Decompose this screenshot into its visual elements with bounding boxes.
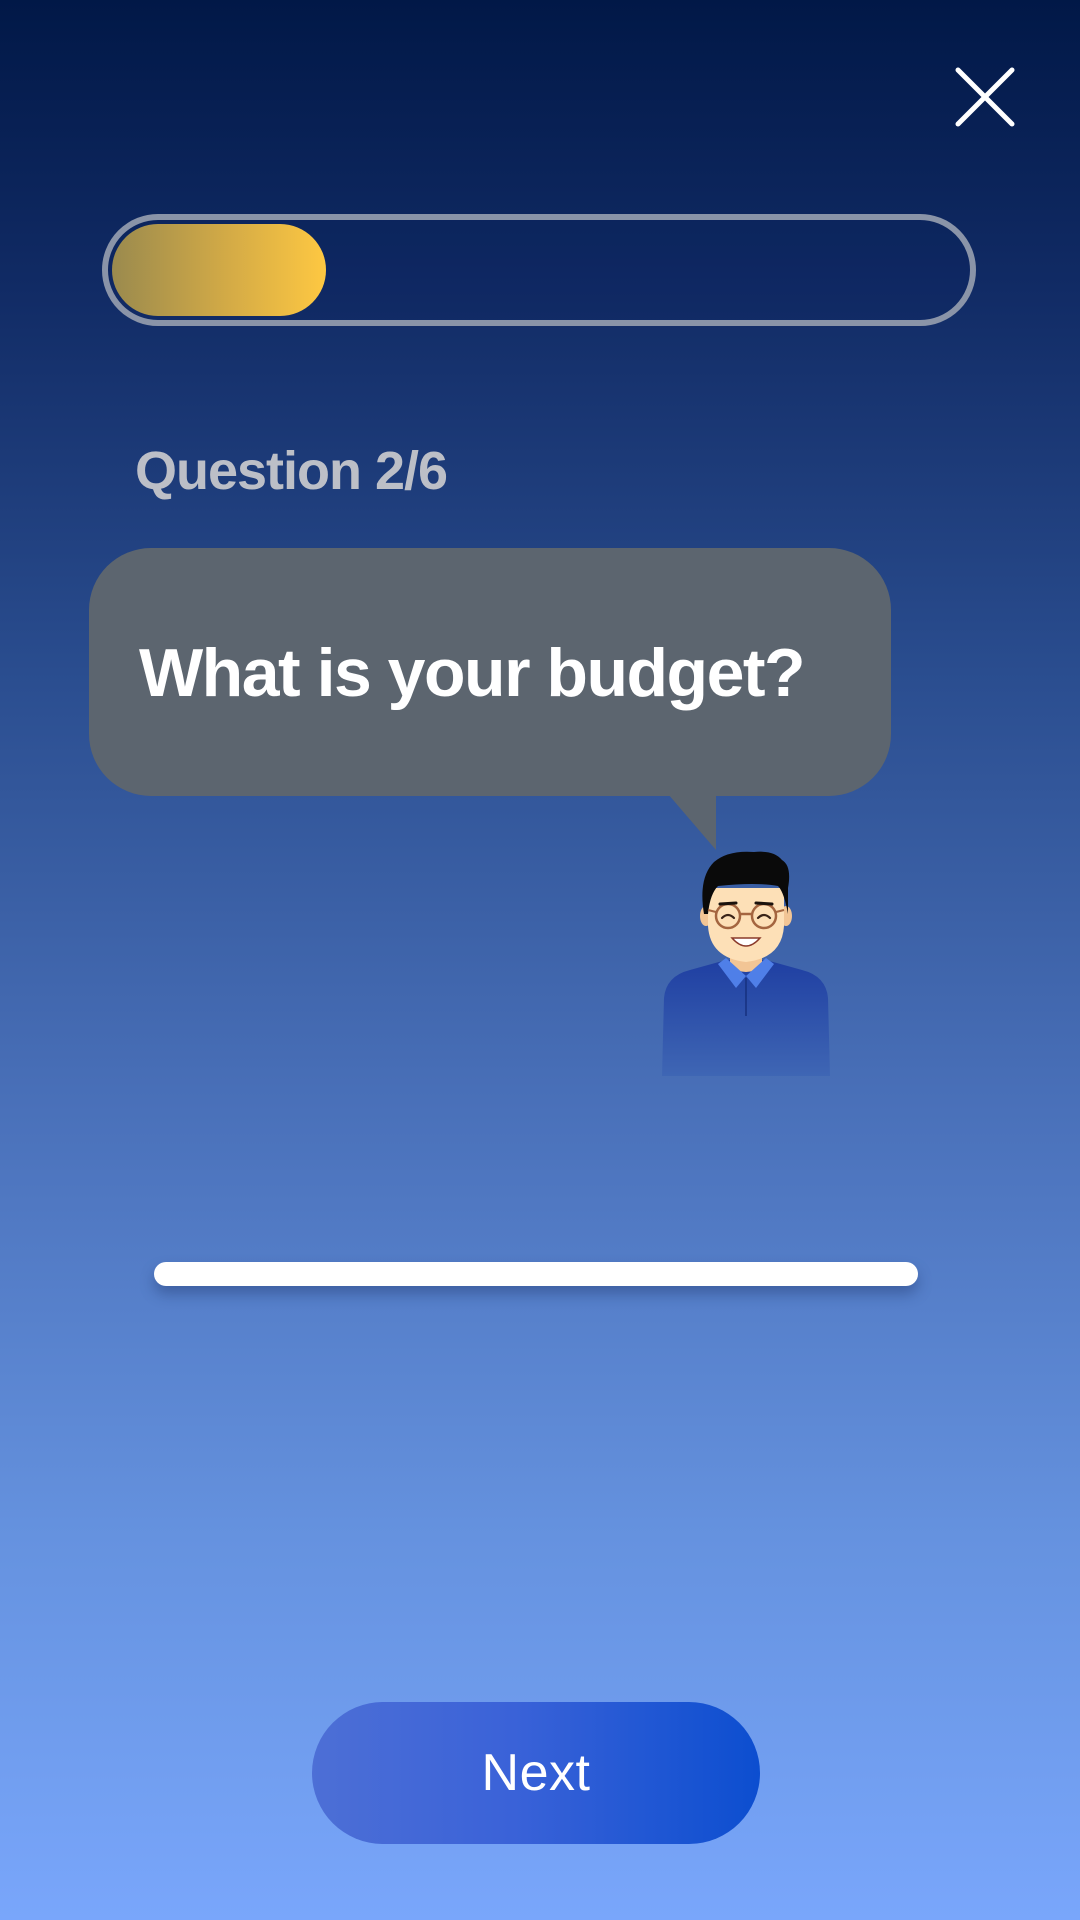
question-text: What is your budget? xyxy=(139,635,806,711)
close-icon xyxy=(955,67,1015,127)
next-button[interactable]: Next xyxy=(312,1702,760,1844)
budget-input[interactable] xyxy=(154,1262,918,1286)
progress-fill xyxy=(112,224,326,316)
speech-bubble: What is your budget? xyxy=(89,548,891,796)
man-with-glasses-avatar xyxy=(656,848,836,1076)
speech-bubble-tail xyxy=(668,794,716,850)
progress-bar xyxy=(102,214,976,326)
question-counter: Question 2/6 xyxy=(135,441,448,501)
close-button[interactable] xyxy=(950,62,1020,132)
next-button-label: Next xyxy=(481,1744,591,1802)
